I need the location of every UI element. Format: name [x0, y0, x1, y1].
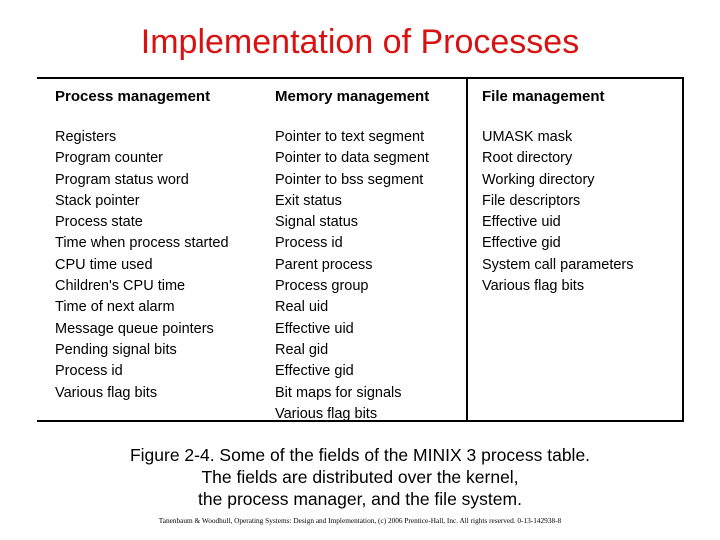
list-item: Various flag bits	[275, 405, 378, 422]
list-item: Process state	[55, 214, 143, 231]
list-item: Parent process	[275, 256, 373, 273]
list-item: Process id	[55, 363, 123, 380]
list-item: Process id	[275, 235, 343, 252]
list-item: Various flag bits	[482, 278, 585, 295]
caption-line-1: Figure 2-4. Some of the fields of the MI…	[129, 445, 591, 465]
column-header-memory-management: Memory management	[275, 88, 430, 105]
table-column-process-management: Process management Registers Program cou…	[37, 79, 270, 420]
list-item: Time when process started	[55, 235, 229, 252]
list-item: Root directory	[482, 150, 573, 167]
slide: Implementation of Processes Process mana…	[0, 0, 720, 540]
list-item: UMASK mask	[482, 129, 573, 145]
list-item: Working directory	[482, 171, 595, 188]
list-item: Children's CPU time	[55, 278, 186, 295]
list-item: Effective gid	[482, 235, 561, 252]
list-item: Pending signal bits	[55, 341, 177, 358]
list-item: Effective uid	[275, 320, 354, 337]
list-item: File descriptors	[482, 192, 581, 209]
caption-line-2: The fields are distributed over the kern…	[201, 467, 519, 487]
list-item: Time of next alarm	[55, 299, 175, 316]
list-item: Pointer to data segment	[275, 150, 429, 167]
column-header-file-management: File management	[482, 88, 605, 105]
list-item: Process group	[275, 278, 369, 295]
list-item: Program counter	[55, 150, 163, 167]
list-item: Program status word	[55, 171, 189, 188]
copyright-notice: Tanenbaum & Woodhull, Operating Systems:…	[158, 516, 562, 525]
field-list-memory-management: Pointer to text segment Pointer to data …	[275, 127, 466, 425]
list-item: Signal status	[275, 214, 359, 231]
list-item: Effective uid	[482, 214, 561, 231]
list-item: Pointer to text segment	[275, 129, 425, 145]
list-item: Message queue pointers	[55, 320, 214, 337]
table-column-file-management: File management UMASK mask Root director…	[468, 79, 682, 420]
caption-line-3: the process manager, and the file system…	[198, 489, 522, 509]
process-table: Process management Registers Program cou…	[37, 77, 684, 422]
list-item: Real uid	[275, 299, 329, 316]
list-item: CPU time used	[55, 256, 153, 273]
list-item: Effective gid	[275, 363, 354, 380]
page-title: Implementation of Processes	[140, 23, 580, 61]
list-item: Pointer to bss segment	[275, 171, 424, 188]
table-column-memory-management: Memory management Pointer to text segmen…	[270, 79, 468, 422]
list-item: Bit maps for signals	[275, 384, 402, 401]
field-list-file-management: UMASK mask Root directory Working direct…	[482, 127, 682, 297]
list-item: Various flag bits	[55, 384, 158, 401]
column-header-process-management: Process management	[55, 88, 211, 105]
field-list-process-management: Registers Program counter Program status…	[55, 127, 270, 404]
list-item: Exit status	[275, 192, 342, 209]
figure-caption: Figure 2-4. Some of the fields of the MI…	[0, 444, 720, 510]
list-item: Real gid	[275, 341, 329, 358]
list-item: System call parameters	[482, 256, 634, 273]
list-item: Stack pointer	[55, 192, 140, 209]
list-item: Registers	[55, 129, 117, 145]
